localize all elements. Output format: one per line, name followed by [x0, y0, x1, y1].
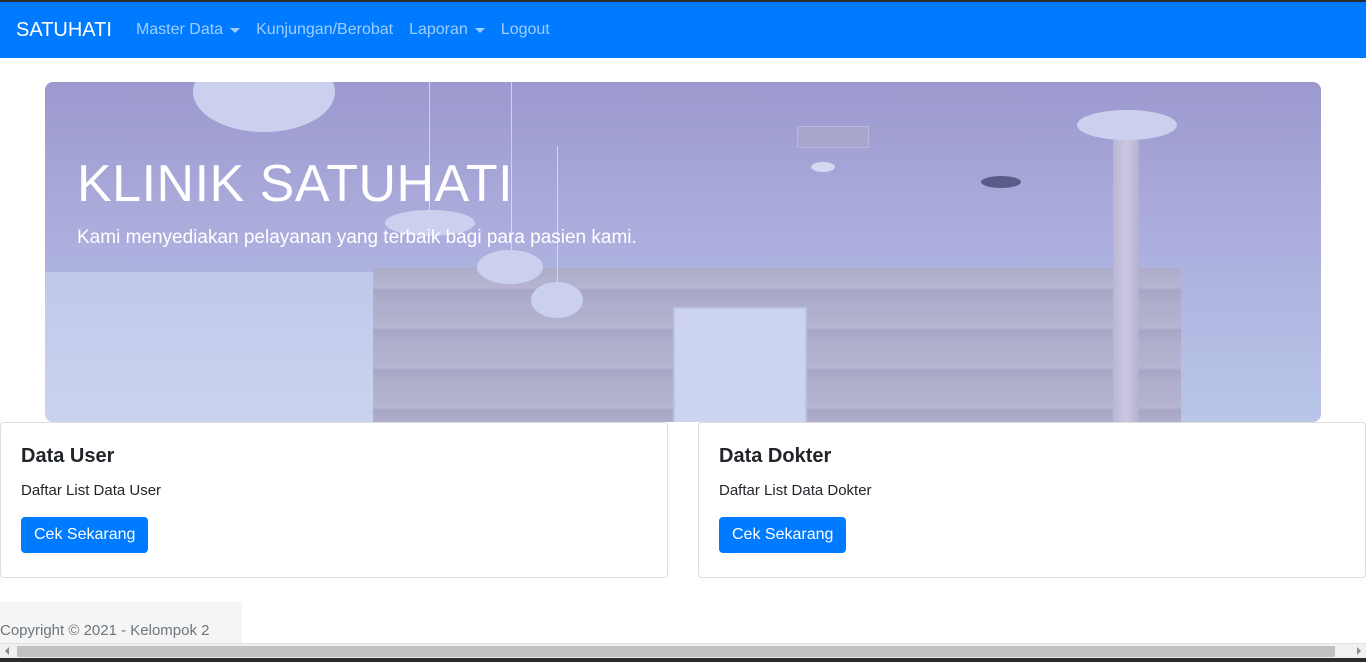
footer-copyright: Copyright © 2021 - Kelompok 2 — [0, 622, 210, 639]
card-data-user: Data User Daftar List Data User Cek Seka… — [0, 422, 668, 578]
caret-down-icon — [474, 27, 485, 33]
cek-sekarang-dokter-button[interactable]: Cek Sekarang — [719, 517, 847, 553]
scroll-left-arrow-icon[interactable] — [5, 647, 9, 655]
card-text: Daftar List Data Dokter — [719, 482, 872, 499]
nav-logout[interactable]: Logout — [501, 21, 550, 39]
navbar-brand[interactable]: SATUHATI — [16, 19, 112, 42]
horizontal-scrollbar[interactable] — [0, 643, 1366, 658]
hero-title: KLINIK SATUHATI — [77, 155, 514, 213]
scroll-right-arrow-icon[interactable] — [1357, 647, 1361, 655]
nav-item-label: Kunjungan/Berobat — [256, 21, 394, 38]
card-title: Data Dokter — [719, 445, 832, 467]
nav-kunjungan-berobat[interactable]: Kunjungan/Berobat — [256, 21, 393, 39]
nav-item-label: Master Data — [135, 21, 224, 38]
cek-sekarang-user-button[interactable]: Cek Sekarang — [21, 517, 149, 553]
hero-jumbotron: KLINIK SATUHATI Kami menyediakan pelayan… — [45, 82, 1321, 422]
caret-down-icon — [230, 27, 241, 33]
navbar: SATUHATI Master Data Kunjungan/Berobat L… — [0, 2, 1366, 58]
footer: Copyright © 2021 - Kelompok 2 — [0, 602, 242, 644]
nav-item-label: Logout — [500, 21, 550, 38]
scrollbar-thumb[interactable] — [17, 646, 1335, 657]
nav-master-data-dropdown[interactable]: Master Data — [135, 21, 241, 39]
window-bottom-border — [0, 658, 1366, 662]
card-text: Daftar List Data User — [21, 482, 162, 499]
card-data-dokter: Data Dokter Daftar List Data Dokter Cek … — [698, 422, 1366, 578]
nav-item-label: Laporan — [409, 21, 468, 38]
card-title: Data User — [21, 445, 115, 467]
hero-subtitle: Kami menyediakan pelayanan yang terbaik … — [77, 227, 637, 248]
nav-laporan-dropdown[interactable]: Laporan — [409, 21, 485, 39]
